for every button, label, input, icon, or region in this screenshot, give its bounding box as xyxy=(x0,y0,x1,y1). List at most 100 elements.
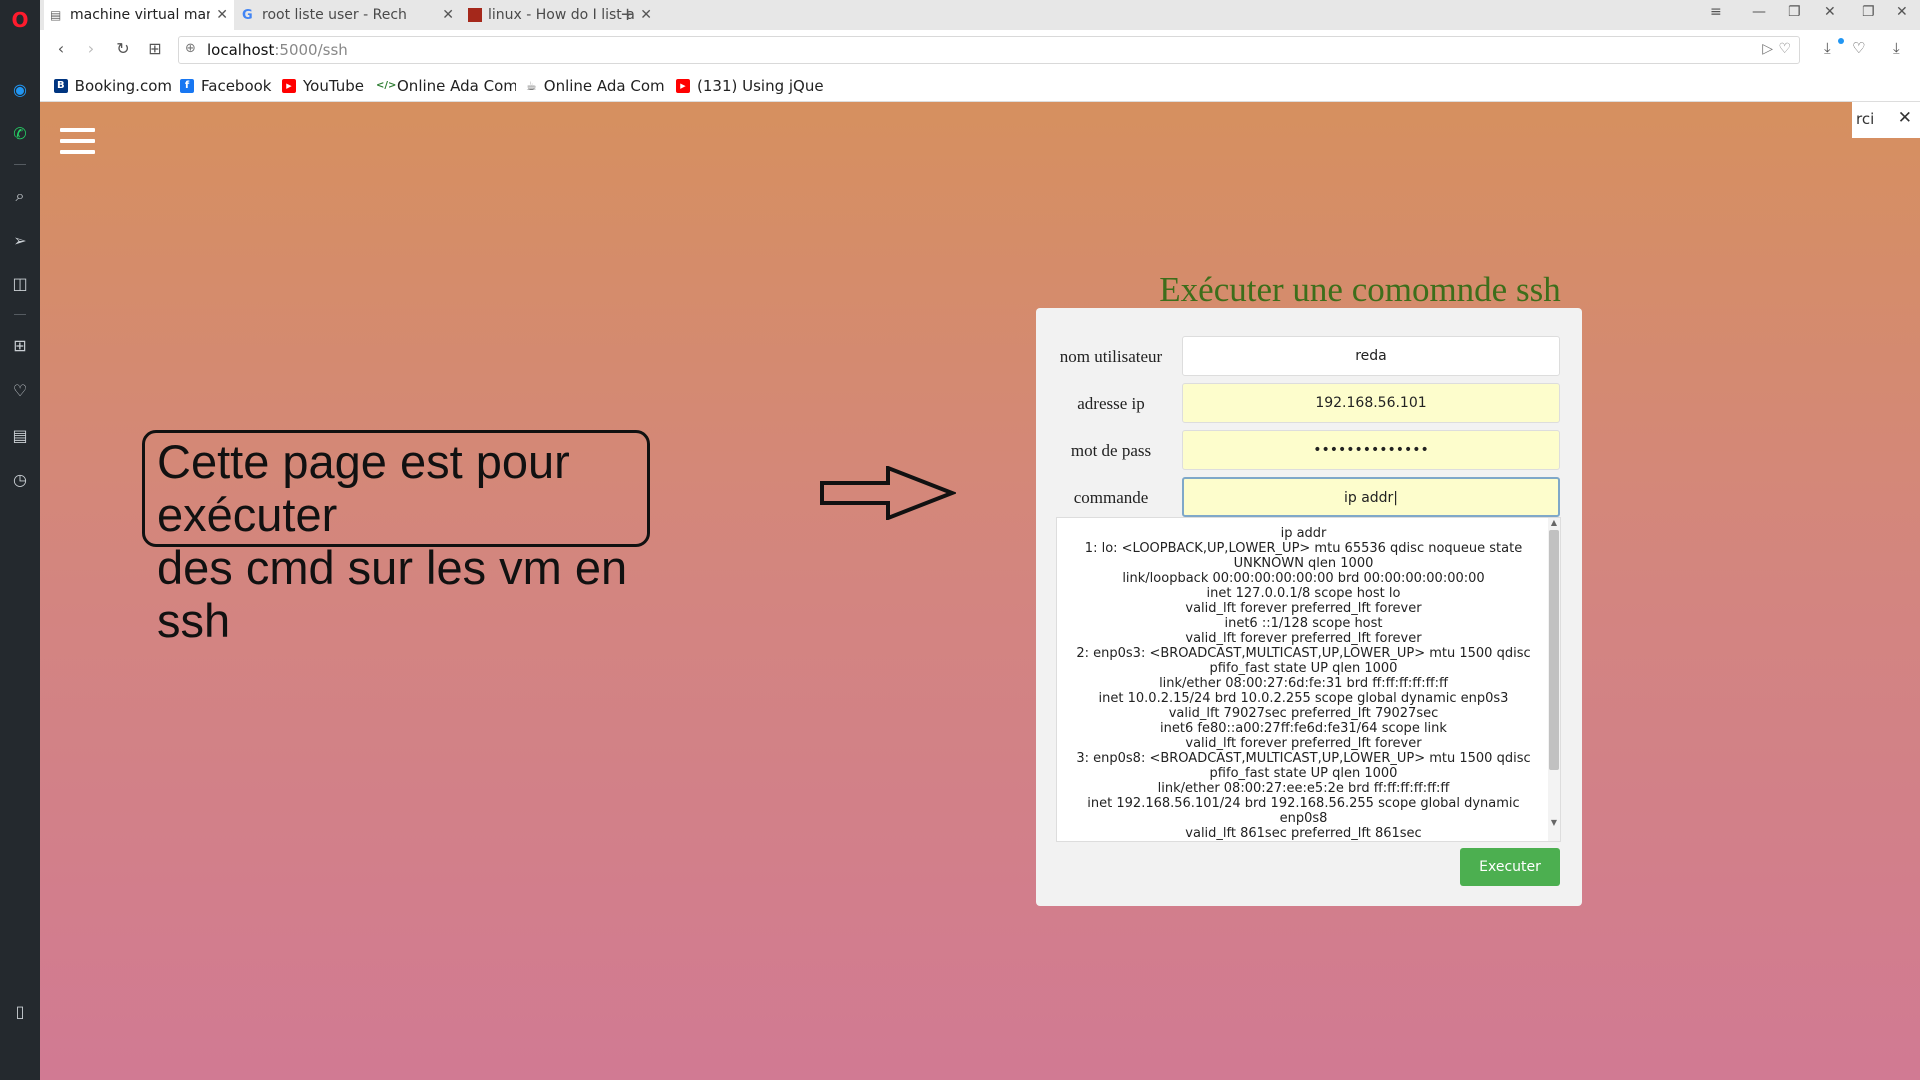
booking-icon: B xyxy=(54,79,68,93)
hamburger-menu-icon[interactable] xyxy=(60,128,95,158)
scroll-up-icon[interactable]: ▲ xyxy=(1549,518,1559,527)
url-path: :5000/ssh xyxy=(274,41,348,59)
ip-address-input[interactable]: 192.168.56.101 xyxy=(1182,383,1560,423)
new-tab-icon[interactable]: + xyxy=(620,4,635,25)
back-icon[interactable]: ‹ xyxy=(50,39,72,58)
output-line: 3: enp0s8: <BROADCAST,MULTICAST,UP,LOWER… xyxy=(1076,751,1531,781)
messenger-icon[interactable]: ◉ xyxy=(8,78,32,102)
output-line: link/ether 08:00:27:ee:e5:2e brd ff:ff:f… xyxy=(1157,781,1450,796)
output-line: inet6 ::1/128 scope host xyxy=(1224,616,1383,631)
field-ip-address: adresse ip 192.168.56.101 xyxy=(1036,383,1582,425)
youtube-icon: ▶ xyxy=(282,79,296,93)
callout-line-1: Cette page est pour exécuter xyxy=(157,435,570,541)
output-line: valid_lft 79027sec preferred_lft 79027se… xyxy=(1168,706,1439,721)
forward-icon[interactable]: › xyxy=(80,39,102,58)
callout-line-2: des cmd sur les vm en ssh xyxy=(157,541,628,647)
download-icon[interactable]: ⤓ xyxy=(1893,39,1900,57)
opera-sidebar: O ◉ ✆ ⌕ ➢ ◫ ⊞ ♡ ▤ ◷ ▯ xyxy=(0,0,40,1080)
close-window-icon[interactable]: ✕ xyxy=(1824,4,1836,20)
command-output-text: ip addr 1: lo: <LOOPBACK,UP,LOWER_UP> mtu… xyxy=(1057,518,1560,842)
tab-machine-virtual[interactable]: ▤ machine virtual man ✕ xyxy=(44,0,234,30)
ssh-form-card: nom utilisateur reda adresse ip 192.168.… xyxy=(1036,308,1582,906)
field-username: nom utilisateur reda xyxy=(1036,336,1582,378)
output-line: inet 127.0.0.1/8 scope host lo xyxy=(1206,586,1401,601)
output-line: valid_lft forever preferred_lft forever xyxy=(1185,631,1422,646)
whatsapp-icon[interactable]: ✆ xyxy=(8,122,32,146)
youtube-icon: ▶ xyxy=(676,79,690,93)
news-icon[interactable]: ▤ xyxy=(8,424,32,448)
document-icon: ▤ xyxy=(50,8,62,22)
find-bar: rci ✕ xyxy=(1852,102,1920,138)
page-content: rci ✕ Cette page est pour exécuter des c… xyxy=(40,102,1920,1080)
history-icon[interactable]: ◷ xyxy=(8,468,32,492)
close-tab-icon[interactable]: ✕ xyxy=(442,7,454,23)
password-input[interactable]: •••••••••••••• xyxy=(1182,430,1560,470)
output-line: valid_lft forever preferred_lft forever xyxy=(1185,601,1422,616)
tab-menu-icon[interactable]: ≡ xyxy=(1710,4,1722,20)
command-input[interactable]: ip addr| xyxy=(1182,477,1560,517)
code-icon: </> xyxy=(376,80,397,91)
reload-icon[interactable]: ↻ xyxy=(112,39,134,58)
bookmark-heart-icon[interactable]: ♡ xyxy=(1778,41,1791,57)
command-label: commande xyxy=(1073,488,1149,507)
output-line: ip addr xyxy=(1280,526,1327,541)
annotation-callout: Cette page est pour exécuter des cmd sur… xyxy=(142,430,650,647)
bookmark-online-ada-2[interactable]: ☕ Online Ada Com xyxy=(526,75,664,97)
bookmarks-bar: B Booking.com f Facebook ▶ YouTube </> O… xyxy=(40,70,1920,102)
field-password: mot de pass •••••••••••••• xyxy=(1036,430,1582,472)
opera-logo-icon[interactable]: O xyxy=(8,8,32,32)
close-tab-icon[interactable]: ✕ xyxy=(640,7,652,23)
close-tab-icon[interactable]: ✕ xyxy=(216,7,228,23)
output-line: inet6 fe80::a00:27ff:feee:e52e/64 scope … xyxy=(1063,841,1544,842)
username-input[interactable]: reda xyxy=(1182,336,1560,376)
tabs-grid-icon[interactable]: ⊞ xyxy=(144,39,166,58)
heart-icon[interactable]: ♡ xyxy=(1852,39,1865,57)
output-line: link/ether 08:00:27:6d:fe:31 brd ff:ff:f… xyxy=(1159,676,1448,691)
field-command: commande ip addr| xyxy=(1036,477,1582,519)
output-line: link/loopback 00:00:00:00:00:00 brd 00:0… xyxy=(1122,571,1485,586)
facebook-icon: f xyxy=(180,79,194,93)
bookmark-online-ada-1[interactable]: </> Online Ada Com xyxy=(376,75,516,97)
download-icon[interactable]: ⤓ xyxy=(1824,39,1831,57)
output-line: 1: lo: <LOOPBACK,UP,LOWER_UP> mtu 65536 … xyxy=(1084,541,1523,571)
navigation-bar: ‹ › ↻ ⊞ ⊕ localhost:5000/ssh ▷ ♡ ⤓ ♡ ⤓ xyxy=(40,30,1920,70)
tab-bar: ▤ machine virtual man ✕ G root liste use… xyxy=(40,0,1920,30)
tab-root-liste[interactable]: G root liste user - Rech ✕ xyxy=(236,0,460,30)
url-host: localhost xyxy=(207,41,275,59)
find-input[interactable]: rci xyxy=(1856,110,1886,128)
close-icon[interactable]: ✕ xyxy=(1898,108,1912,128)
restore-icon[interactable]: ❐ xyxy=(1862,4,1875,20)
scrollbar-thumb[interactable] xyxy=(1549,530,1559,770)
bookmark-using-jquery[interactable]: ▶ (131) Using jQue xyxy=(676,75,826,97)
restore-icon[interactable]: ❐ xyxy=(1788,4,1801,20)
username-label: nom utilisateur xyxy=(1059,347,1163,366)
password-label: mot de pass xyxy=(1070,441,1152,460)
coffee-icon: ☕ xyxy=(526,79,537,93)
minimize-icon[interactable]: — xyxy=(1752,4,1766,20)
heart-icon[interactable]: ♡ xyxy=(8,379,32,403)
output-line: inet6 fe80::a00:27ff:fe6d:fe31/64 scope … xyxy=(1160,721,1447,736)
sidebar-toggle-icon[interactable]: ▯ xyxy=(8,1000,32,1024)
output-line: valid_lft forever preferred_lft forever xyxy=(1185,736,1422,751)
speed-dial-icon[interactable]: ⊞ xyxy=(8,334,32,358)
output-line: valid_lft 861sec preferred_lft 861sec xyxy=(1185,826,1422,841)
arrow-right-icon xyxy=(820,466,956,520)
send-page-icon[interactable]: ▷ xyxy=(1762,41,1773,57)
globe-icon: ⊕ xyxy=(185,41,196,56)
bookmark-youtube[interactable]: ▶ YouTube xyxy=(282,75,382,97)
bookmark-booking[interactable]: B Booking.com xyxy=(54,75,172,97)
send-icon[interactable]: ➢ xyxy=(8,229,32,253)
ip-address-label: adresse ip xyxy=(1077,394,1145,413)
execute-button[interactable]: Executer xyxy=(1460,848,1560,886)
output-line: inet 10.0.2.15/24 brd 10.0.2.255 scope g… xyxy=(1098,691,1509,706)
output-line: 2: enp0s3: <BROADCAST,MULTICAST,UP,LOWER… xyxy=(1076,646,1531,676)
scroll-down-icon[interactable]: ▼ xyxy=(1549,818,1559,827)
stackoverflow-icon xyxy=(468,8,482,22)
output-line: inet 192.168.56.101/24 brd 192.168.56.25… xyxy=(1087,796,1520,826)
search-icon[interactable]: ⌕ xyxy=(8,184,32,208)
address-bar[interactable]: ⊕ localhost:5000/ssh ▷ ♡ xyxy=(178,36,1800,64)
close-window-icon[interactable]: ✕ xyxy=(1896,4,1908,20)
bookmark-facebook[interactable]: f Facebook xyxy=(180,75,280,97)
camera-icon[interactable]: ◫ xyxy=(8,272,32,296)
command-output-textarea[interactable]: ip addr 1: lo: <LOOPBACK,UP,LOWER_UP> mtu… xyxy=(1056,517,1561,842)
